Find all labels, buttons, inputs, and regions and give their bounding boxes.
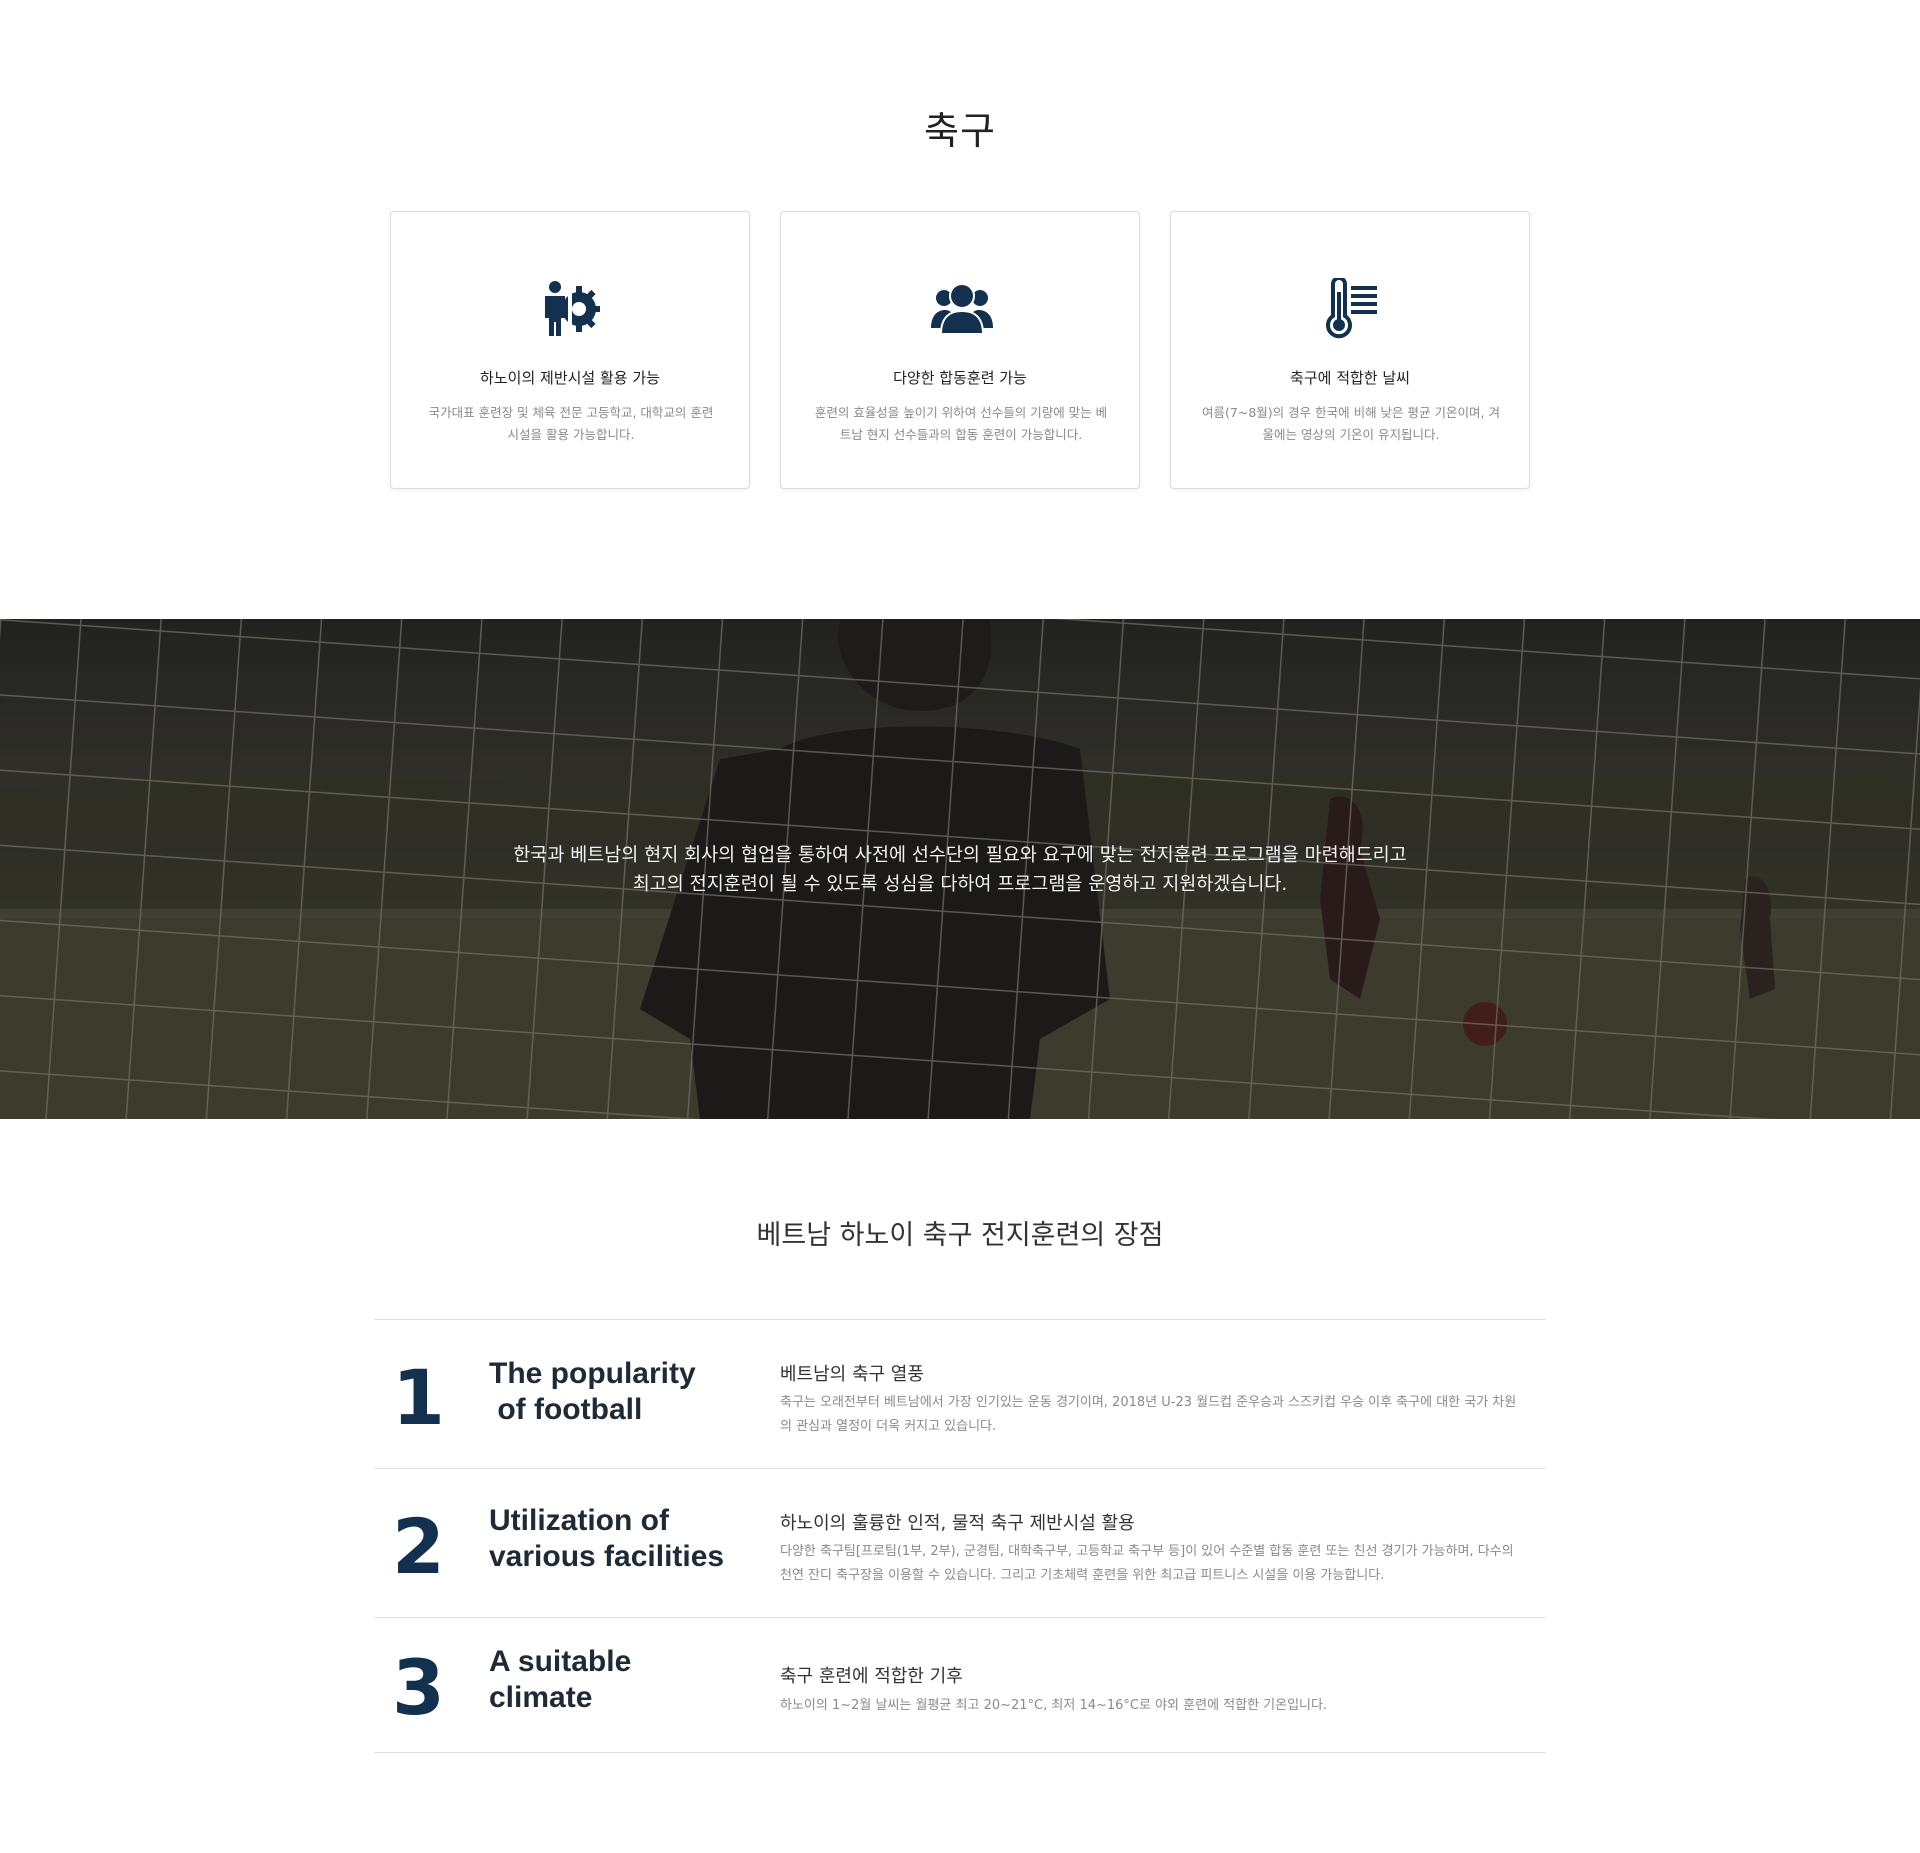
- feature-card-training: 다양한 합동훈련 가능 훈련의 효율성을 높이기 위하여 선수들의 기량에 맞는…: [780, 211, 1140, 489]
- feature-card-weather: 축구에 적합한 날씨 여름(7~8월)의 경우 한국에 비해 낮은 평균 기온이…: [1170, 211, 1530, 489]
- advantage-description: 하노이의 1~2월 날씨는 월평균 최고 20~21°C, 최저 14~16°C…: [780, 1698, 1328, 1713]
- advantage-description: 다양한 축구팀[프로팀(1부, 2부), 군경팀, 대학축구부, 고등학교 축구…: [780, 1544, 1514, 1583]
- hero-text: 한국과 베트남의 현지 회사의 협업을 통하여 사전에 선수단의 필요와 요구에…: [0, 841, 1920, 899]
- advantage-number: 3: [392, 1643, 445, 1732]
- advantage-korean-title: 축구 훈련에 적합한 기후: [780, 1666, 963, 1687]
- feature-desc: 훈련의 효율성을 높이기 위하여 선수들의 기량에 맞는 베트남 현지 선수들과…: [814, 405, 1108, 442]
- thermometer-icon: [1326, 278, 1377, 339]
- advantage-korean-title: 베트남의 축구 열풍: [780, 1364, 924, 1385]
- feature-desc: 여름(7~8월)의 경우 한국에 비해 낮은 평균 기온이며, 겨울에는 영상의…: [1202, 405, 1500, 442]
- hero-text-line-1: 한국과 베트남의 현지 회사의 협업을 통하여 사전에 선수단의 필요와 요구에…: [513, 845, 1407, 866]
- feature-cards: 하노이의 제반시설 활용 가능 국가대표 훈련장 및 체육 전문 고등학교, 대…: [390, 211, 1530, 489]
- advantage-row: 2 Utilization of various facilities 하노이의…: [374, 1469, 1546, 1618]
- advantage-row: 1 The popularity of football 베트남의 축구 열풍 …: [374, 1320, 1546, 1469]
- feature-card-facilities: 하노이의 제반시설 활용 가능 국가대표 훈련장 및 체육 전문 고등학교, 대…: [390, 211, 750, 489]
- advantage-english-title: A suitable climate: [489, 1645, 632, 1714]
- advantage-english-title: The popularity of football: [489, 1357, 696, 1426]
- advantages-title: 베트남 하노이 축구 전지훈련의 장점: [756, 1220, 1164, 1251]
- person-gear-icon: [545, 281, 600, 336]
- feature-title: 하노이의 제반시설 활용 가능: [480, 369, 660, 387]
- group-people-icon: [931, 283, 993, 335]
- page-title: 축구: [924, 109, 996, 153]
- feature-desc: 국가대표 훈련장 및 체육 전문 고등학교, 대학교의 훈련 시설을 활용 가능…: [428, 405, 714, 442]
- advantage-number: 2: [392, 1502, 445, 1591]
- advantage-row: 3 A suitable climate 축구 훈련에 적합한 기후 하노이의 …: [374, 1618, 1546, 1753]
- hero-text-line-2: 최고의 전지훈련이 될 수 있도록 성심을 다하여 프로그램을 운영하고 지원하…: [632, 874, 1288, 895]
- advantage-english-title: Utilization of various facilities: [489, 1504, 725, 1573]
- advantages-list: 1 The popularity of football 베트남의 축구 열풍 …: [374, 1319, 1546, 1753]
- advantage-description: 축구는 오래전부터 베트남에서 가장 인기있는 운동 경기이며, 2018년 U…: [780, 1395, 1517, 1434]
- hero-banner: 한국과 베트남의 현지 회사의 협업을 통하여 사전에 선수단의 필요와 요구에…: [0, 619, 1920, 1119]
- advantage-number: 1: [392, 1353, 445, 1442]
- advantage-korean-title: 하노이의 훌륭한 인적, 물적 축구 제반시설 활용: [780, 1513, 1135, 1534]
- feature-title: 축구에 적합한 날씨: [1290, 369, 1410, 387]
- feature-title: 다양한 합동훈련 가능: [893, 369, 1027, 387]
